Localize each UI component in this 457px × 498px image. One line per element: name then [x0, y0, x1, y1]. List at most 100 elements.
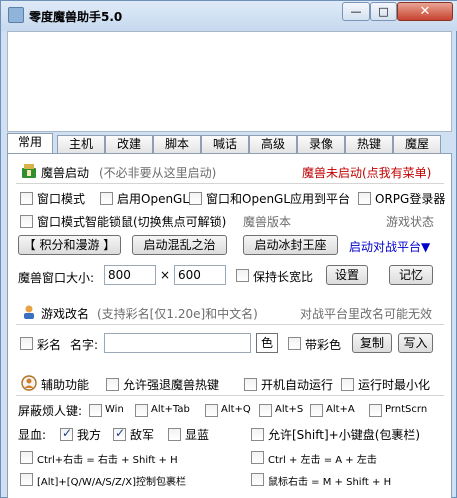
minimize-button[interactable]: — — [342, 2, 370, 21]
block-win-label: Win — [105, 404, 124, 415]
smart-mouse-lock-checkbox[interactable] — [20, 215, 33, 228]
divider — [16, 183, 444, 184]
name-label: 名字: — [70, 338, 99, 352]
write-button[interactable]: 写入 — [398, 333, 433, 353]
remember-button[interactable]: 记忆 — [389, 265, 433, 285]
tab-hotkey[interactable]: 热键 — [345, 135, 393, 153]
keep-ratio-label: 保持长宽比 — [253, 270, 314, 284]
smart-mouse-lock-label: 窗口模式智能锁鼠(切换焦点可解锁) — [37, 215, 227, 229]
times-sign: × — [160, 268, 171, 282]
keep-ratio-checkbox[interactable] — [236, 269, 249, 282]
min-on-run-checkbox[interactable] — [341, 378, 354, 391]
app-icon — [8, 7, 24, 23]
name-input[interactable] — [104, 333, 251, 353]
window-size-label: 魔兽窗口大小: — [18, 271, 95, 285]
auto-run-label: 开机自动运行 — [261, 378, 334, 392]
window-title: 零度魔兽助手5.0 — [29, 10, 123, 24]
hp-enemy-label: 敌军 — [130, 428, 155, 442]
window-opengl-platform-label: 窗口和OpenGL应用到平台 — [206, 192, 351, 206]
alt-inventory-checkbox[interactable] — [20, 473, 33, 486]
block-win-checkbox[interactable] — [89, 404, 102, 417]
orpg-login-label: ORPG登录器 — [375, 192, 446, 206]
window-mode-label: 窗口模式 — [37, 192, 86, 206]
launch-icon — [22, 164, 36, 178]
tab-common[interactable]: 常用 — [7, 133, 53, 153]
block-alt-q-label: Alt+Q — [221, 404, 251, 415]
divider — [16, 324, 444, 325]
window-mode-checkbox[interactable] — [20, 192, 33, 205]
start-platform-link[interactable]: 启动对战平台▼ — [349, 238, 430, 255]
ctrl-left-click-label: Ctrl + 左击 = A + 左击 — [268, 455, 377, 466]
block-alt-a-label: Alt+A — [326, 404, 355, 415]
rename-icon — [24, 305, 34, 319]
mouse-right-checkbox[interactable] — [251, 473, 264, 486]
color-picker-button[interactable]: 色 — [256, 333, 278, 353]
window-opengl-platform-checkbox[interactable] — [189, 192, 202, 205]
rename-platform-note: 对战平台里改名可能无效 — [300, 307, 433, 321]
title-bar[interactable]: 零度魔兽助手5.0 — □ ✕ — [1, 1, 457, 31]
opengl-checkbox[interactable] — [100, 192, 113, 205]
tab-host[interactable]: 主机 — [57, 135, 105, 153]
ctrl-right-click-label: Ctrl+右击 = 右击 + Shift + H — [37, 455, 178, 466]
output-area — [7, 31, 452, 132]
launch-label: 魔兽启动 — [41, 166, 90, 180]
settings-button[interactable]: 设置 — [326, 265, 368, 285]
orpg-login-checkbox[interactable] — [358, 192, 371, 205]
divider — [16, 395, 444, 396]
tab-script[interactable]: 脚本 — [153, 135, 201, 153]
start-frozen-throne-button[interactable]: 启动冰封王座 — [243, 235, 338, 255]
block-keys-label: 屏蔽烦人键: — [18, 404, 83, 418]
allow-force-hotkey-checkbox[interactable] — [106, 378, 119, 391]
hp-enemy-checkbox[interactable] — [113, 426, 126, 441]
block-prntscrn-checkbox[interactable] — [369, 404, 382, 417]
start-chaos-button[interactable]: 启动混乱之治 — [132, 235, 227, 255]
tab-rekey[interactable]: 改建 — [105, 135, 153, 153]
common-panel: 魔兽启动 (不必非要从这里启动) 魔兽未启动(点我有菜单) 窗口模式 启用Ope… — [7, 153, 452, 498]
tab-shout[interactable]: 喊话 — [201, 135, 249, 153]
block-alt-s-checkbox[interactable] — [259, 404, 272, 417]
block-prntscrn-label: PrntScrn — [385, 404, 428, 415]
block-alt-tab-label: Alt+Tab — [151, 404, 190, 415]
window-width-input[interactable]: 800 — [104, 265, 156, 285]
block-alt-s-label: Alt+S — [275, 404, 304, 415]
points-roaming-button[interactable]: 【 积分和漫游 】 — [18, 235, 121, 255]
allow-shift-keypad-checkbox[interactable] — [251, 428, 264, 441]
launch-status-link[interactable]: 魔兽未启动(点我有菜单) — [302, 164, 431, 181]
block-alt-tab-checkbox[interactable] — [135, 404, 148, 417]
game-status-label: 游戏状态 — [386, 215, 435, 229]
app-window: 零度魔兽助手5.0 — □ ✕ 常用 主机 改建 脚本 喊话 高级 录像 热键 … — [0, 0, 457, 498]
tab-replay[interactable]: 录像 — [297, 135, 345, 153]
hp-self-label: 我方 — [77, 428, 102, 442]
opengl-label: 启用OpenGL — [117, 192, 190, 206]
ctrl-right-click-checkbox[interactable] — [20, 451, 33, 464]
alt-inventory-label: [Alt]+[Q/W/A/S/Z/X]控制包裹栏 — [37, 477, 187, 488]
hp-blue-checkbox[interactable] — [168, 428, 181, 441]
tab-advanced[interactable]: 高级 — [249, 135, 297, 153]
auto-run-checkbox[interactable] — [244, 378, 257, 391]
ctrl-left-click-checkbox[interactable] — [251, 451, 264, 464]
copy-button[interactable]: 复制 — [352, 333, 392, 353]
with-color-checkbox[interactable] — [288, 337, 301, 350]
allow-force-hotkey-label: 允许强退魔兽热键 — [123, 378, 220, 392]
hp-self-checkbox[interactable] — [60, 426, 73, 441]
mouse-right-label: 鼠标右击 = M + Shift + H — [268, 477, 392, 488]
war3-version-label: 魔兽版本 — [243, 215, 292, 229]
launch-hint: (不必非要从这里启动) — [99, 166, 217, 180]
aux-label: 辅助功能 — [41, 378, 90, 392]
with-color-label: 带彩色 — [305, 338, 342, 352]
tab-bar: 常用 主机 改建 脚本 喊话 高级 录像 热键 魔屋 — [7, 133, 452, 153]
block-alt-q-checkbox[interactable] — [205, 404, 218, 417]
rename-hint: (支持彩名[仅1.20e]和中文名) — [97, 307, 258, 321]
aux-icon — [21, 375, 37, 391]
window-height-input[interactable]: 600 — [174, 265, 226, 285]
tab-magic-house[interactable]: 魔屋 — [393, 135, 441, 153]
color-name-checkbox[interactable] — [20, 337, 33, 350]
block-alt-a-checkbox[interactable] — [310, 404, 323, 417]
close-button[interactable]: ✕ — [397, 2, 453, 21]
rename-label: 游戏改名 — [41, 307, 90, 321]
maximize-button[interactable]: □ — [370, 2, 397, 21]
allow-shift-keypad-label: 允许[Shift]+小键盘(包裹栏) — [268, 428, 421, 442]
hp-blue-label: 显蓝 — [185, 428, 210, 442]
hp-label: 显血: — [18, 428, 47, 442]
min-on-run-label: 运行时最小化 — [358, 378, 431, 392]
